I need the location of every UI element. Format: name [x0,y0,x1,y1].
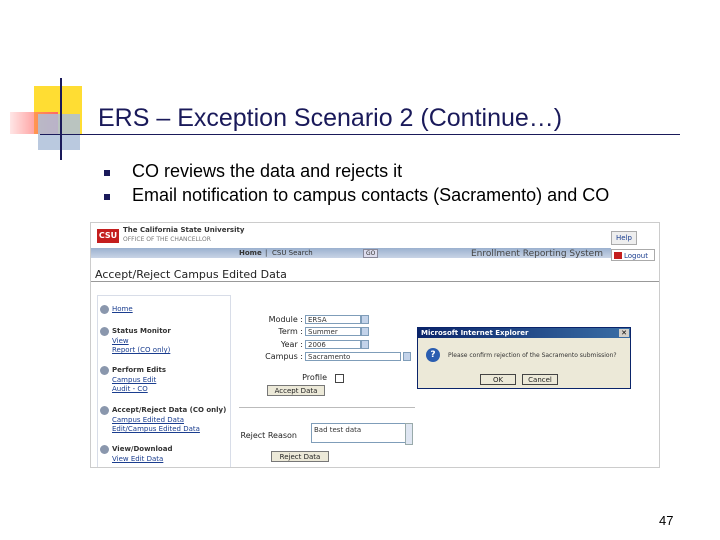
system-name: Enrollment Reporting System [471,249,603,259]
bullet-text-1: CO reviews the data and rejects it [132,161,403,181]
chevron-down-icon[interactable] [403,352,411,361]
reject-data-button[interactable]: Reject Data [271,451,329,462]
chevron-down-icon[interactable] [361,315,369,324]
year-label: Year : [280,340,303,349]
view-icon [100,445,109,454]
profile-checkbox[interactable] [335,374,344,383]
help-button[interactable]: Help [611,231,637,245]
form-divider [239,407,415,408]
title-rule [40,134,680,135]
profile-label: Profile [302,373,327,382]
term-label: Term : [278,327,303,336]
sidebar-heading-accept-reject: Accept/Reject Data (CO only) [112,406,227,414]
nav-search-link[interactable]: CSU Search [272,249,313,257]
campus-select[interactable]: Sacramento [305,352,401,361]
dialog-title: Microsoft Internet Explorer [418,328,630,338]
sidebar-heading-status-monitor: Status Monitor [112,327,171,335]
reject-reason-label: Reject Reason [240,431,298,440]
term-select[interactable]: Summer [305,327,361,336]
dialog-message: Please confirm rejection of the Sacramen… [448,352,617,359]
heading-rule [91,281,659,282]
question-icon: ? [426,348,440,362]
logo-title: The California State University [123,226,245,234]
ers-screenshot: CSU The California State University OFFI… [90,222,660,468]
sidebar-item-home[interactable]: Home [112,305,133,313]
ok-button[interactable]: OK [480,374,516,385]
campus-label: Campus : [265,352,303,361]
nav-home-link[interactable]: Home [239,249,262,257]
reject-reason-textarea[interactable]: Bad test data [311,423,407,443]
sidebar-item-report[interactable]: Report (CO only) [112,346,170,354]
sidebar-item-audit-co[interactable]: Audit - CO [112,385,148,393]
sidebar-heading-perform-edits: Perform Edits [112,366,167,374]
bullet-square-icon [104,170,110,176]
cancel-button[interactable]: Cancel [522,374,558,385]
sidebar-item-campus-edit[interactable]: Campus Edit [112,376,156,384]
home-icon [100,305,109,314]
edit-icon [100,366,109,375]
close-icon[interactable]: ✕ [619,329,629,337]
sidebar-item-view-edit-data[interactable]: View Edit Data [112,455,163,463]
chevron-down-icon[interactable] [361,340,369,349]
nav-go-button[interactable]: GO [363,249,379,258]
nav-separator: | [265,249,268,257]
module-label: Module : [268,315,303,324]
chevron-down-icon[interactable] [361,327,369,336]
accept-icon [100,406,109,415]
bullet-square-icon [104,194,110,200]
sidebar-item-edit-campus-edited-data[interactable]: Edit/Campus Edited Data [112,425,200,433]
module-select[interactable]: ERSA [305,315,361,324]
sidebar: Home Status Monitor View Report (CO only… [97,295,231,467]
logo-text: The California State University OFFICE O… [123,226,244,244]
sidebar-heading-view-download: View/Download [112,445,173,453]
logout-button[interactable]: Logout [611,249,655,261]
status-icon [100,327,109,336]
textarea-scrollbar[interactable] [405,423,413,445]
page-number: 47 [659,513,674,528]
slide-title: ERS – Exception Scenario 2 (Continue…) [98,104,563,132]
year-select[interactable]: 2006 [305,340,361,349]
decor-vertical-line [60,78,62,160]
decor-blue-square [38,114,80,150]
sidebar-item-view[interactable]: View [112,337,129,345]
bullet-text-2: Email notification to campus contacts (S… [132,185,610,205]
confirm-dialog: Microsoft Internet Explorer ✕ ? Please c… [417,327,631,389]
accept-data-button[interactable]: Accept Data [267,385,325,396]
page-heading: Accept/Reject Campus Edited Data [95,268,287,281]
logo-subtitle: OFFICE OF THE CHANCELLOR [123,236,211,243]
csu-logo: CSU [97,229,119,243]
sidebar-item-campus-edited-data[interactable]: Campus Edited Data [112,416,184,424]
